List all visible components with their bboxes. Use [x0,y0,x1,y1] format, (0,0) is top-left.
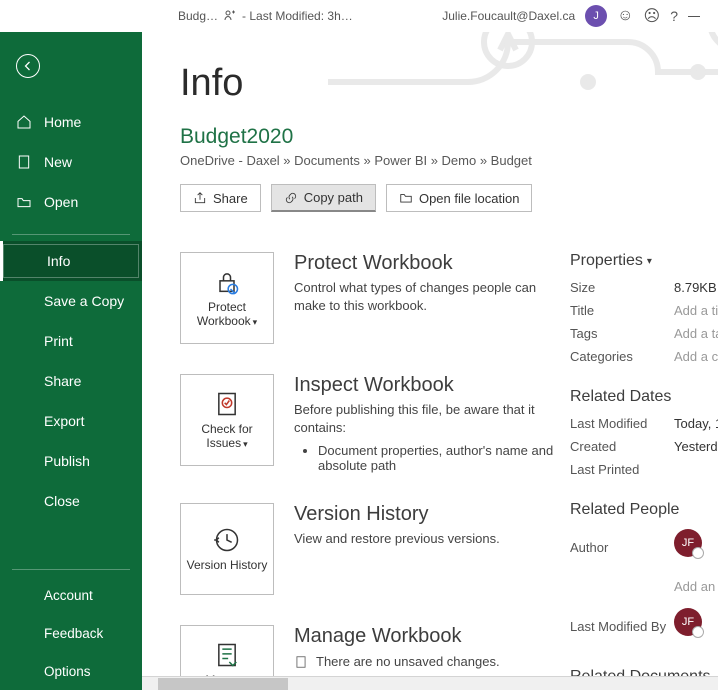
last-modified-text: - Last Modified: 3h… [242,9,353,23]
add-author-link[interactable]: Add an [674,579,718,594]
prop-categories-value[interactable]: Add a c [674,349,718,364]
author-label: Author [570,540,674,555]
check-icon [213,390,241,418]
prop-tags-value[interactable]: Add a ta [674,326,718,341]
file-name: Budget2020 [180,125,718,149]
new-icon [16,154,32,170]
sidebar-item-label: Account [44,588,93,603]
inspect-desc: Before publishing this file, be aware th… [294,401,570,437]
workbook-icon [213,641,241,669]
modifier-avatar: JF [674,608,702,636]
folder-icon [399,191,413,205]
sidebar-item-options[interactable]: Options [0,652,142,690]
last-modified-by-value[interactable]: JF [674,608,718,636]
chevron-down-icon: ▾ [253,317,258,327]
sidebar-item-label: Home [44,114,81,130]
share-icon-small[interactable] [224,9,236,24]
sidebar-item-feedback[interactable]: Feedback [0,614,142,652]
prop-tags-label: Tags [570,326,674,341]
last-printed-value [674,462,718,477]
sidebar-item-label: Print [44,333,73,349]
protect-workbook-tile[interactable]: Protect Workbook▾ [180,252,274,344]
sidebar-item-open[interactable]: Open [0,182,142,222]
prop-size-value: 8.79KB [674,280,718,295]
document-icon [294,655,308,669]
properties-header[interactable]: Properties▾ [570,252,718,270]
check-for-issues-tile[interactable]: Check for Issues▾ [180,374,274,466]
last-modified-value: Today, 1 [674,416,718,431]
sidebar-item-account[interactable]: Account [0,576,142,614]
home-icon [16,114,32,130]
doc-short-name: Budg… [178,9,218,23]
horizontal-scrollbar[interactable] [142,676,718,690]
manage-desc: There are no unsaved changes. [316,654,500,669]
related-people-header: Related People [570,501,718,519]
sidebar-item-print[interactable]: Print [0,321,142,361]
author-value[interactable]: JF [674,529,718,557]
page-title: Info [180,62,718,105]
lock-icon [213,268,241,296]
sidebar-item-label: Export [44,413,84,429]
last-modified-by-label: Last Modified By [570,619,674,634]
prop-title-value[interactable]: Add a ti [674,303,718,318]
sidebar-item-share[interactable]: Share [0,361,142,401]
chevron-down-icon: ▾ [243,439,248,449]
version-history-tile[interactable]: Version History [180,503,274,595]
sidebar-item-label: Save a Copy [44,293,124,309]
last-modified-label: Last Modified [570,416,674,431]
sidebar-item-publish[interactable]: Publish [0,441,142,481]
user-avatar[interactable]: J [585,5,607,27]
share-button[interactable]: Share [180,184,261,212]
back-button[interactable] [16,54,40,78]
sidebar-item-close[interactable]: Close [0,481,142,521]
created-label: Created [570,439,674,454]
sidebar-item-label: Publish [44,453,90,469]
sidebar-item-new[interactable]: New [0,142,142,182]
sidebar-item-label: Close [44,493,80,509]
help-button[interactable]: ? [670,8,678,24]
related-dates-header: Related Dates [570,388,718,406]
sidebar-separator [12,569,130,570]
history-icon [213,526,241,554]
sidebar-separator [12,234,130,235]
backstage-sidebar: Home New Open Info Save a Copy Print Sha… [0,32,142,690]
info-panel: Info Budget2020 OneDrive - Daxel » Docum… [142,32,718,690]
protect-desc: Control what types of changes people can… [294,279,570,315]
minimize-button[interactable] [688,16,700,17]
prop-categories-label: Categories [570,349,674,364]
open-file-location-button[interactable]: Open file location [386,184,532,212]
open-icon [16,194,32,210]
author-avatar: JF [674,529,702,557]
share-icon [193,191,207,205]
title-bar: Budg… - Last Modified: 3h… Julie.Foucaul… [0,0,718,32]
sidebar-item-label: New [44,154,72,170]
created-value: Yesterda [674,439,718,454]
sidebar-item-info[interactable]: Info [0,241,142,281]
breadcrumb[interactable]: OneDrive - Daxel » Documents » Power BI … [180,153,718,168]
prop-size-label: Size [570,280,674,295]
sidebar-item-label: Share [44,373,81,389]
frown-feedback-icon[interactable]: ☹ [644,6,661,26]
user-email[interactable]: Julie.Foucault@Daxel.ca [442,9,575,23]
sidebar-item-label: Info [47,253,70,269]
chevron-down-icon: ▾ [647,256,652,267]
last-printed-label: Last Printed [570,462,674,477]
sidebar-item-export[interactable]: Export [0,401,142,441]
sidebar-item-label: Feedback [44,626,103,641]
link-icon [284,191,298,205]
sidebar-item-label: Options [44,664,91,679]
sidebar-item-label: Open [44,194,78,210]
copy-path-button[interactable]: Copy path [271,184,376,212]
inspect-title: Inspect Workbook [294,374,570,397]
scroll-thumb[interactable] [158,678,288,690]
sidebar-item-save-a-copy[interactable]: Save a Copy [0,281,142,321]
manage-title: Manage Workbook [294,625,570,648]
prop-title-label: Title [570,303,674,318]
smile-feedback-icon[interactable]: ☺ [617,7,633,25]
version-title: Version History [294,503,570,526]
sidebar-item-home[interactable]: Home [0,102,142,142]
version-desc: View and restore previous versions. [294,530,570,548]
inspect-item: Document properties, author's name and a… [318,443,570,473]
protect-title: Protect Workbook [294,252,570,275]
